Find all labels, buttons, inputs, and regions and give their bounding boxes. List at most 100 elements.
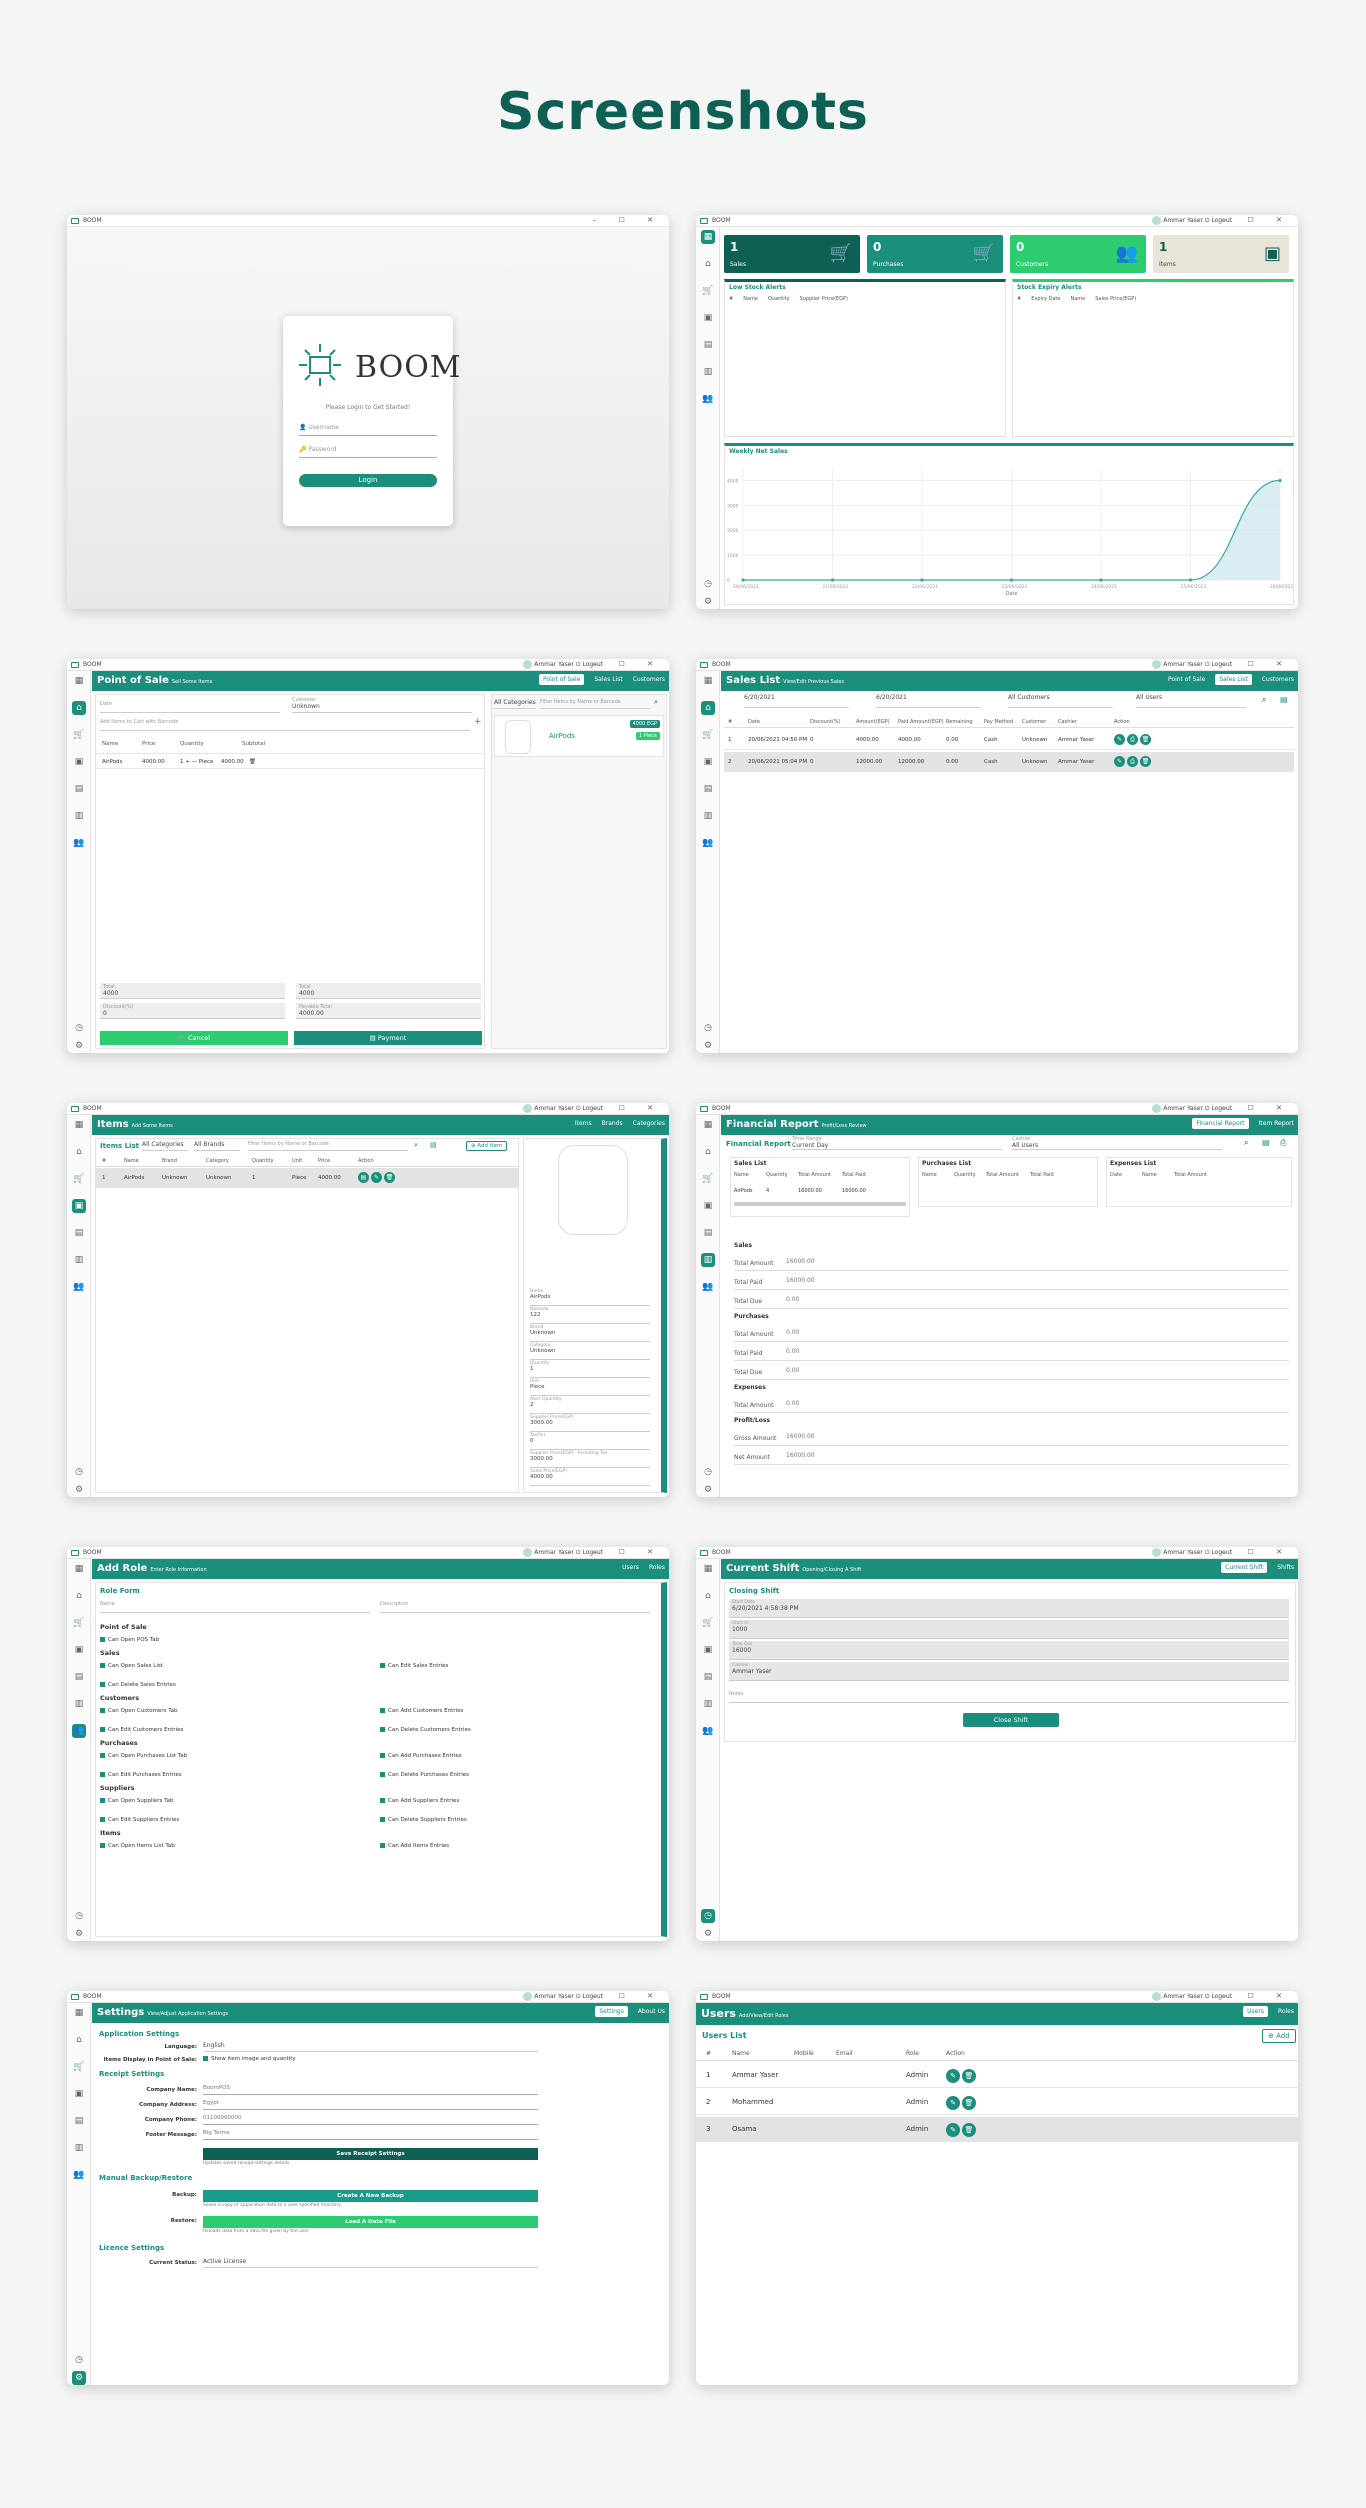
- tab-customers[interactable]: Customers: [633, 676, 665, 683]
- permission-checkbox[interactable]: Can Open Suppliers Tab: [100, 1798, 380, 1804]
- report-icon[interactable]: ▥: [72, 1253, 86, 1267]
- customer-select[interactable]: Customer Unknown: [292, 697, 472, 713]
- table-row[interactable]: 1 Ammar Yaser Admin ✎ 🗑: [696, 2063, 1298, 2088]
- category-filter[interactable]: All Categories: [142, 1141, 188, 1151]
- receipt-field-input[interactable]: BoomPOS: [203, 2085, 538, 2095]
- cart-icon[interactable]: 🛒: [72, 1616, 86, 1630]
- edit-icon[interactable]: ✎: [946, 2096, 960, 2110]
- permission-checkbox[interactable]: Can Open Sales List: [100, 1663, 380, 1669]
- money-icon[interactable]: ▤: [72, 2114, 86, 2128]
- stat-card[interactable]: 1 Items ▣: [1153, 235, 1289, 273]
- report-icon[interactable]: ▥: [72, 2141, 86, 2155]
- shift-icon[interactable]: ◷: [72, 2353, 86, 2367]
- box-icon[interactable]: ▣: [72, 1643, 86, 1657]
- users-icon[interactable]: 👥: [72, 2168, 86, 2182]
- cashier-filter[interactable]: All Users: [1136, 694, 1246, 708]
- report-icon[interactable]: ▥: [701, 1697, 715, 1711]
- item-search-input[interactable]: Filter Items by Name or Barcode: [248, 1141, 408, 1151]
- table-row[interactable]: 2 Mohammed Admin ✎ 🗑: [696, 2090, 1298, 2115]
- receipt-field-input[interactable]: Egypt: [203, 2100, 538, 2110]
- cart-icon[interactable]: 🛒: [72, 2060, 86, 2074]
- user-menu[interactable]: Ammar Yaser ⏻ Logout: [523, 1548, 603, 1557]
- cart-item-quantity[interactable]: 1: [180, 759, 184, 765]
- cashier-select[interactable]: Cashier All Users: [1012, 1136, 1222, 1150]
- dashboard-icon[interactable]: ▦: [72, 1118, 86, 1132]
- edit-icon[interactable]: ✎: [946, 2069, 960, 2083]
- users-icon[interactable]: 👥: [701, 1724, 715, 1738]
- cancel-button[interactable]: 🛒 Cancel: [100, 1031, 288, 1045]
- print-icon[interactable]: ⎙: [1127, 756, 1138, 767]
- gear-icon[interactable]: ⚙: [72, 1039, 86, 1053]
- items-display-checkbox[interactable]: Show item image and quantity: [203, 2056, 296, 2062]
- box-icon[interactable]: ▣: [72, 1199, 86, 1213]
- box-icon[interactable]: ▣: [701, 755, 715, 769]
- tab-point-of-sale[interactable]: Point of Sale: [539, 674, 585, 685]
- trash-icon[interactable]: 🗑: [962, 2123, 976, 2137]
- load-data-button[interactable]: Load A Data File: [203, 2216, 538, 2228]
- dashboard-icon[interactable]: ▦: [701, 674, 715, 688]
- table-row[interactable]: 2 20/06/2021 05:04 PM 0 12000.00 12000.00 0.0…: [724, 752, 1294, 772]
- trash-icon[interactable]: 🗑: [962, 2069, 976, 2083]
- edit-icon[interactable]: ✎: [1114, 756, 1125, 767]
- shift-icon[interactable]: ◷: [701, 577, 715, 591]
- permission-checkbox[interactable]: Can Delete Customers Entries: [380, 1727, 660, 1733]
- tab-settings[interactable]: Settings: [595, 2006, 628, 2017]
- gear-icon[interactable]: ⚙: [72, 2371, 86, 2385]
- gear-icon[interactable]: ⚙: [701, 1483, 715, 1497]
- tab-brands[interactable]: Brands: [602, 1120, 623, 1127]
- report-icon[interactable]: ▥: [701, 1253, 715, 1267]
- store-icon[interactable]: ⌂: [72, 701, 86, 715]
- tab-sales-list[interactable]: Sales List: [1215, 674, 1252, 685]
- add-user-button[interactable]: ⊕ Add: [1262, 2029, 1296, 2043]
- edit-icon[interactable]: ✎: [946, 2123, 960, 2137]
- permission-checkbox[interactable]: Can Delete Sales Entries: [100, 1682, 380, 1688]
- tab-point-of-sale[interactable]: Point of Sale: [1168, 676, 1205, 683]
- user-menu[interactable]: Ammar Yaser ⏻ Logout: [523, 1104, 603, 1113]
- permission-checkbox[interactable]: Can Edit Sales Entries: [380, 1663, 660, 1669]
- payment-button[interactable]: ▤ Payment: [294, 1031, 482, 1045]
- tab-financial-report[interactable]: Financial Report: [1192, 1118, 1249, 1129]
- permission-checkbox[interactable]: Can Edit Purchases Entries: [100, 1772, 380, 1778]
- report-icon[interactable]: ▥: [72, 1697, 86, 1711]
- window-controls[interactable]: – ☐ ✕: [593, 1104, 663, 1112]
- trash-icon[interactable]: 🗑: [962, 2096, 976, 2110]
- box-icon[interactable]: ▣: [701, 1643, 715, 1657]
- export-icon[interactable]: ▤: [1262, 1138, 1270, 1147]
- add-barcode-icon[interactable]: +: [474, 717, 482, 727]
- store-icon[interactable]: ⌂: [701, 1145, 715, 1159]
- barcode-input[interactable]: Add Items to Cart with Barcode: [100, 719, 470, 731]
- edit-icon[interactable]: ✎: [1114, 734, 1125, 745]
- tab-about-us[interactable]: About Us: [638, 2008, 665, 2015]
- permission-checkbox[interactable]: Can Open Items List Tab: [100, 1843, 380, 1849]
- money-icon[interactable]: ▤: [72, 1226, 86, 1240]
- permission-checkbox[interactable]: Can Edit Customers Entries: [100, 1727, 380, 1733]
- users-icon[interactable]: 👥: [701, 1280, 715, 1294]
- money-icon[interactable]: ▤: [701, 782, 715, 796]
- dashboard-icon[interactable]: ▦: [701, 1562, 715, 1576]
- box-icon[interactable]: ▣: [701, 311, 715, 325]
- customer-filter[interactable]: All Customers: [1008, 694, 1113, 708]
- tab-users[interactable]: Users: [622, 1564, 639, 1571]
- window-controls[interactable]: – ☐ ✕: [1222, 1548, 1292, 1556]
- export-icon[interactable]: ▤: [430, 1141, 437, 1149]
- shift-icon[interactable]: ◷: [72, 1909, 86, 1923]
- plus-icon[interactable]: +: [185, 759, 190, 765]
- user-menu[interactable]: Ammar Yaser ⏻ Logout: [1152, 1104, 1232, 1113]
- username-field[interactable]: 👤 Username: [299, 424, 437, 436]
- date-field[interactable]: Date: [100, 701, 280, 713]
- minus-icon[interactable]: —: [192, 759, 198, 765]
- dashboard-icon[interactable]: ▦: [701, 230, 715, 244]
- users-icon[interactable]: 👥: [72, 1724, 86, 1738]
- dashboard-icon[interactable]: ▦: [72, 2006, 86, 2020]
- users-icon[interactable]: 👥: [701, 836, 715, 850]
- cart-icon[interactable]: 🛒: [701, 728, 715, 742]
- store-icon[interactable]: ⌂: [701, 257, 715, 271]
- users-icon[interactable]: 👥: [72, 836, 86, 850]
- store-icon[interactable]: ⌂: [72, 2033, 86, 2047]
- gear-icon[interactable]: ⚙: [701, 1927, 715, 1941]
- receipt-field-input[interactable]: 01100000000: [203, 2115, 538, 2125]
- item-card[interactable]: AirPods 4000 EGP 1 Piece: [494, 715, 664, 757]
- cart-icon[interactable]: 🛒: [72, 728, 86, 742]
- tab-categories[interactable]: Categories: [633, 1120, 665, 1127]
- table-row[interactable]: 1 AirPods Unknown Unknown 1 Piece 4000.00 ▤ ✎ 🗑: [96, 1168, 518, 1188]
